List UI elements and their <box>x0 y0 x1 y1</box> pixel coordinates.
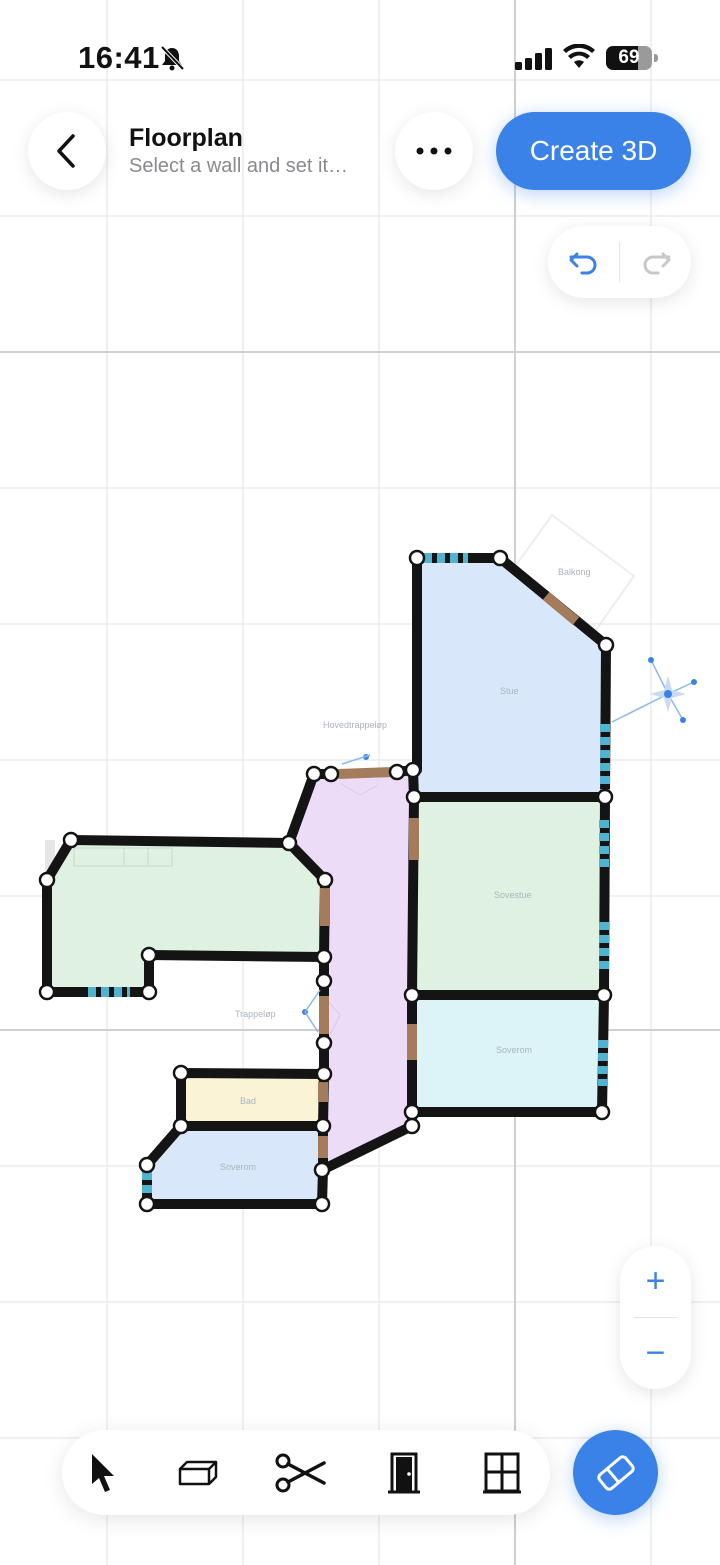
chevron-left-icon <box>57 134 75 168</box>
create-3d-button[interactable]: Create 3D <box>496 112 691 190</box>
bell-slash-icon <box>160 45 185 71</box>
room-label-bedroom1: Soverom <box>496 1045 532 1055</box>
window-icon <box>483 1452 521 1493</box>
eraser-tool-button[interactable] <box>573 1430 658 1515</box>
room-label-stair2: Trappeløp <box>235 1009 276 1019</box>
room-label-bedroom2: Soverom <box>220 1162 256 1172</box>
redo-button[interactable] <box>620 226 691 298</box>
room-living[interactable] <box>414 558 606 797</box>
undo-icon <box>569 252 596 275</box>
battery-level: 69 <box>618 47 640 68</box>
page-title: Floorplan <box>129 124 243 152</box>
eraser-icon <box>596 1454 635 1491</box>
wall-block-icon <box>178 1460 218 1485</box>
select-arrow-icon <box>92 1453 114 1492</box>
room-label-main-stair: Hovedtrappeløp <box>323 720 387 730</box>
window-tool-button[interactable] <box>462 1430 542 1515</box>
back-button[interactable] <box>28 112 106 190</box>
wall-tool-button[interactable] <box>158 1430 238 1515</box>
door-tool-button[interactable] <box>364 1430 444 1515</box>
zoom-in-button[interactable]: + <box>620 1246 691 1317</box>
room-kitchen[interactable] <box>47 840 325 992</box>
undo-button[interactable] <box>548 226 619 298</box>
battery-icon: 69 <box>606 46 658 70</box>
compass-marker[interactable] <box>611 657 697 723</box>
room-label-bath: Bad <box>240 1096 256 1106</box>
status-bar: 16:41 69 <box>0 0 720 100</box>
split-tool-button[interactable] <box>260 1430 340 1515</box>
more-options-button[interactable] <box>395 112 473 190</box>
wifi-icon <box>563 44 595 68</box>
status-time: 16:41 <box>78 40 160 75</box>
ellipsis-icon <box>416 147 452 155</box>
zoom-controls: + − <box>620 1246 691 1389</box>
door-icon <box>388 1452 420 1493</box>
scissors-icon <box>275 1453 326 1492</box>
redo-icon <box>643 252 670 275</box>
room-label-living: Stue <box>500 686 519 696</box>
tool-bar <box>62 1430 550 1515</box>
zoom-out-button[interactable]: − <box>620 1318 691 1389</box>
select-tool-button[interactable] <box>64 1430 144 1515</box>
room-label-living2: Sovestue <box>494 890 532 900</box>
history-controls <box>548 226 691 298</box>
cellular-signal-icon <box>515 48 552 70</box>
page-subtitle: Select a wall and set it… <box>129 155 348 177</box>
room-label-balcony: Balkong <box>558 567 591 577</box>
